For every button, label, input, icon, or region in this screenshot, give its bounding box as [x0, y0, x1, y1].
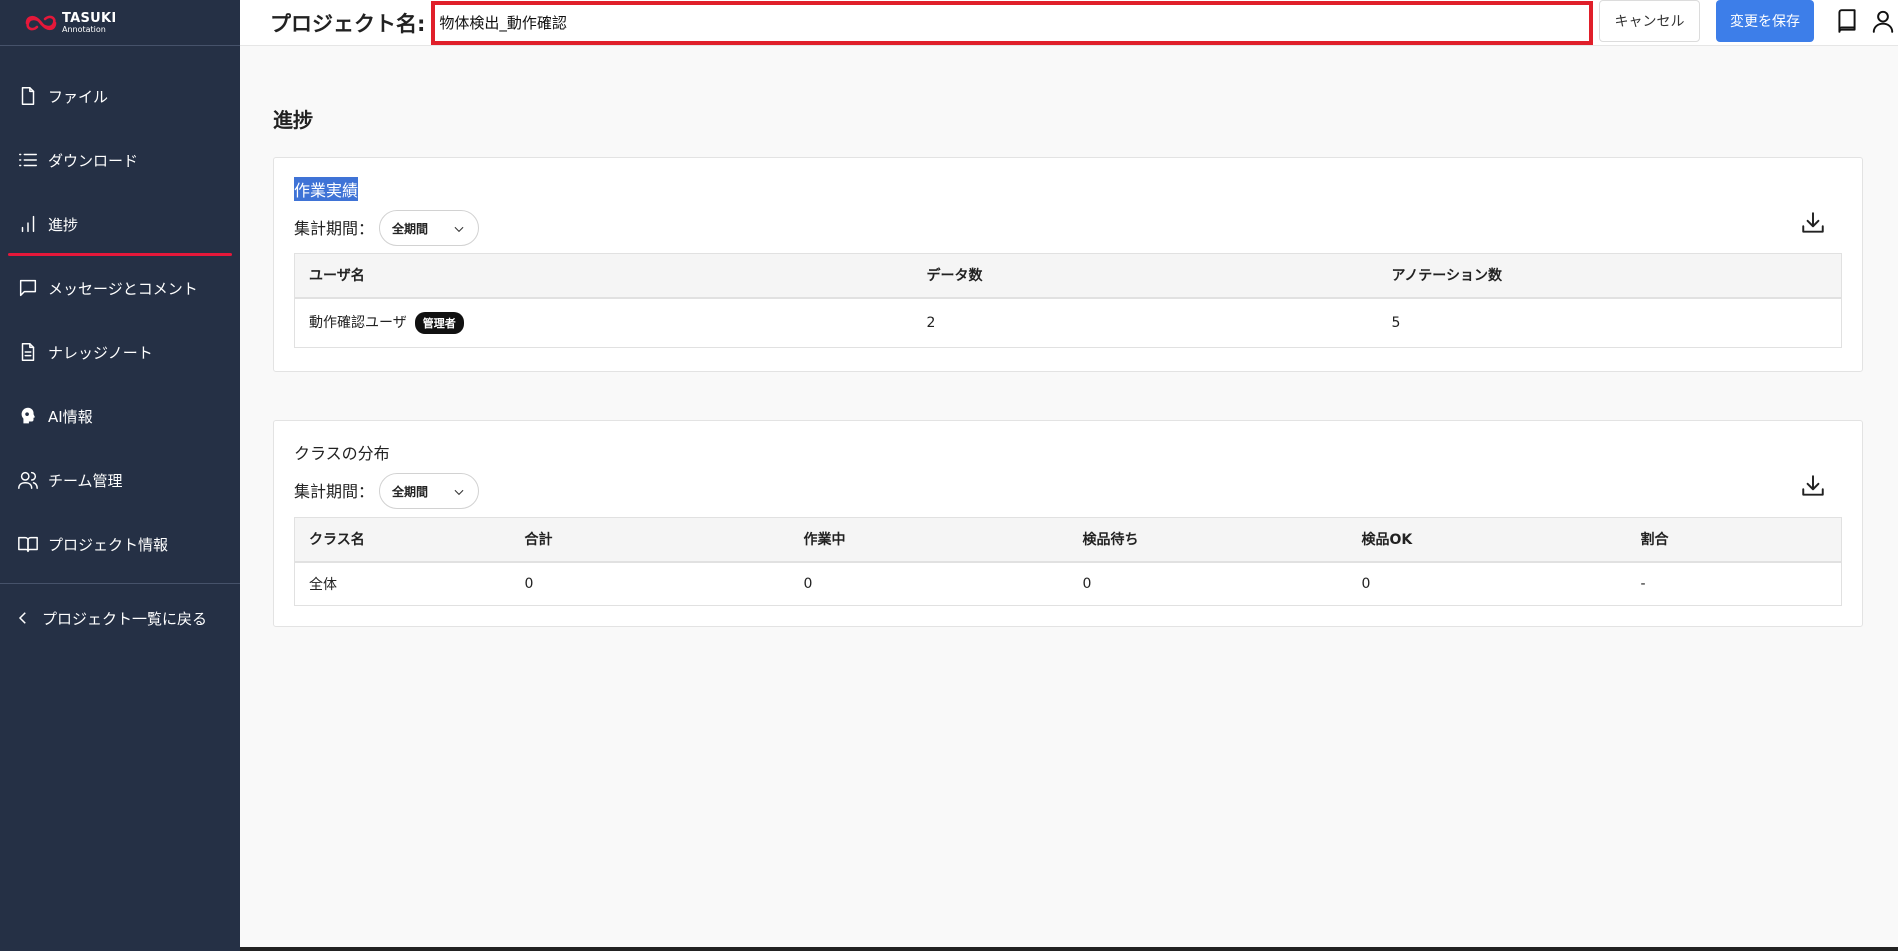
document-icon — [16, 340, 40, 364]
performance-title: 作業実績 — [294, 177, 359, 201]
sidebar: TASUKI Annotation ファイル ダウンロード 進捗 メッセージとコ… — [0, 0, 240, 951]
period-label: 集計期間： — [294, 482, 375, 501]
user-cell: 動作確認ユーザ 管理者 — [295, 298, 913, 348]
back-to-projects-label: プロジェクト一覧に戻る — [42, 609, 208, 628]
performance-card: 作業実績 集計期間： 全期間 ユーザ名 データ数 アノテーション数 動作確認ユー… — [273, 157, 1863, 372]
message-icon — [16, 276, 40, 300]
sidebar-divider — [0, 583, 240, 584]
sidebar-item-ai[interactable]: AI情報 — [0, 384, 240, 448]
book-open-icon — [16, 532, 40, 556]
back-to-projects-link[interactable]: プロジェクト一覧に戻る — [0, 588, 240, 648]
admin-badge: 管理者 — [414, 311, 464, 334]
ratio-cell: - — [1640, 575, 1646, 592]
awaiting-inspection-cell: 0 — [1082, 575, 1092, 592]
users-icon — [16, 468, 40, 492]
performance-table: ユーザ名 データ数 アノテーション数 動作確認ユーザ 管理者 2 5 — [294, 253, 1842, 348]
sidebar-item-label: プロジェクト情報 — [48, 535, 169, 554]
sidebar-item-knowledge[interactable]: ナレッジノート — [0, 320, 240, 384]
column-header: 作業中 — [789, 517, 1069, 563]
table-row: 動作確認ユーザ 管理者 2 5 — [295, 298, 1842, 348]
period-select[interactable]: 全期間 — [379, 210, 479, 246]
period-select-value: 全期間 — [392, 484, 429, 499]
data-count-cell: 2 — [926, 314, 936, 331]
class-distribution-table: クラス名 合計 作業中 検品待ち 検品OK 割合 全体 0 0 0 0 - — [294, 517, 1842, 606]
sidebar-item-team[interactable]: チーム管理 — [0, 448, 240, 512]
period-select-value: 全期間 — [392, 221, 429, 236]
download-icon[interactable] — [1800, 473, 1826, 499]
sidebar-item-label: ダウンロード — [48, 151, 139, 170]
page-title: 進捗 — [273, 108, 313, 132]
sidebar-item-progress[interactable]: 進捗 — [0, 192, 240, 256]
class-distribution-card: クラスの分布 集計期間： 全期間 クラス名 合計 作業中 検品待ち 検品OK 割… — [273, 420, 1863, 627]
cancel-button[interactable]: キャンセル — [1599, 0, 1700, 42]
manual-book-icon[interactable] — [1834, 8, 1860, 34]
column-header: ユーザ名 — [294, 253, 913, 299]
period-select[interactable]: 全期間 — [379, 473, 479, 509]
column-header: 割合 — [1626, 517, 1842, 563]
bar-chart-icon — [16, 212, 40, 236]
period-label: 集計期間： — [294, 219, 375, 238]
table-row: 全体 0 0 0 0 - — [295, 562, 1842, 606]
user-account-icon[interactable] — [1870, 8, 1896, 34]
download-icon[interactable] — [1800, 210, 1826, 236]
logo[interactable]: TASUKI Annotation — [0, 0, 240, 46]
list-icon — [16, 148, 40, 172]
column-header: 合計 — [510, 517, 790, 563]
chevron-down-icon — [454, 489, 464, 496]
column-header: データ数 — [912, 253, 1378, 299]
sidebar-item-messages[interactable]: メッセージとコメント — [0, 256, 240, 320]
bottom-border — [240, 947, 1898, 951]
logo-subtitle: Annotation — [62, 24, 106, 34]
sidebar-item-project-info[interactable]: プロジェクト情報 — [0, 512, 240, 576]
project-name-input[interactable] — [431, 0, 1594, 45]
in-progress-cell: 0 — [803, 575, 813, 592]
class-distribution-title: クラスの分布 — [294, 444, 390, 463]
chevron-down-icon — [454, 226, 464, 233]
sidebar-item-file[interactable]: ファイル — [0, 64, 240, 128]
logo-title: TASUKI — [62, 10, 117, 26]
sidebar-item-label: AI情報 — [48, 407, 93, 426]
sidebar-item-label: ファイル — [48, 87, 109, 106]
column-header: アノテーション数 — [1377, 253, 1842, 299]
column-header: 検品待ち — [1068, 517, 1348, 563]
sidebar-item-download[interactable]: ダウンロード — [0, 128, 240, 192]
ai-head-icon — [16, 404, 40, 428]
total-cell: 0 — [524, 575, 534, 592]
header: プロジェクト名: キャンセル 変更を保存 — [240, 0, 1898, 46]
column-header: 検品OK — [1347, 517, 1627, 563]
project-name-label: プロジェクト名: — [270, 11, 426, 36]
user-name: 動作確認ユーザ — [309, 314, 407, 331]
annotation-count-cell: 5 — [1391, 314, 1401, 331]
tasuki-logo-icon — [25, 15, 57, 30]
sidebar-item-label: チーム管理 — [48, 471, 123, 490]
chevron-left-icon — [18, 612, 26, 624]
sidebar-item-label: ナレッジノート — [48, 343, 153, 362]
file-icon — [16, 84, 40, 108]
class-name-cell: 全体 — [309, 576, 337, 593]
sidebar-item-label: メッセージとコメント — [48, 279, 198, 298]
save-changes-button[interactable]: 変更を保存 — [1716, 0, 1814, 42]
sidebar-nav: ファイル ダウンロード 進捗 メッセージとコメント ナレッジノート AI情報 チ… — [0, 46, 240, 576]
inspection-ok-cell: 0 — [1361, 575, 1371, 592]
table-header-row: クラス名 合計 作業中 検品待ち 検品OK 割合 — [294, 517, 1842, 563]
column-header: クラス名 — [294, 517, 511, 563]
sidebar-item-label: 進捗 — [48, 215, 79, 234]
table-header-row: ユーザ名 データ数 アノテーション数 — [294, 253, 1842, 299]
